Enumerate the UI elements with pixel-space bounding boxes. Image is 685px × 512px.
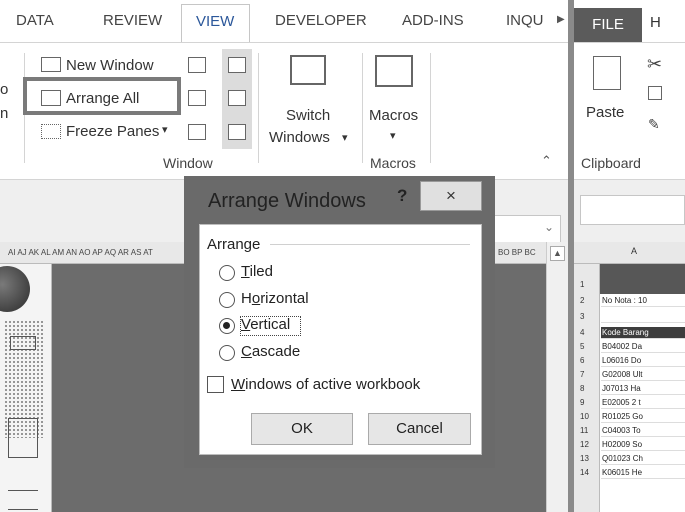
- help-icon[interactable]: ?: [397, 186, 407, 206]
- hide-icon[interactable]: [188, 90, 206, 106]
- table-cell[interactable]: H02009 So: [601, 439, 685, 451]
- table-cell[interactable]: No Nota : 10: [601, 295, 685, 307]
- table-cell[interactable]: [601, 311, 685, 323]
- split-icon[interactable]: [188, 57, 206, 73]
- group-divider: [270, 244, 470, 245]
- table-cell[interactable]: C04003 To: [601, 425, 685, 437]
- ribbon-separator: [362, 53, 363, 163]
- row-number[interactable]: 3: [574, 312, 600, 321]
- partial-button-label: o: [0, 81, 9, 98]
- freeze-panes-caret-icon: ▾: [162, 124, 168, 136]
- tab-developer[interactable]: DEVELOPER: [275, 12, 367, 29]
- radio-tiled-circle[interactable]: [219, 265, 235, 281]
- switch-windows-label-1: Switch: [286, 107, 331, 124]
- switch-windows-label-2: Windows: [269, 129, 330, 146]
- paste-icon[interactable]: [593, 56, 621, 90]
- windows-of-active-workbook-checkbox[interactable]: [207, 376, 224, 393]
- table-cell[interactable]: R01025 Go: [601, 411, 685, 423]
- row-number[interactable]: 4: [574, 328, 600, 337]
- format-painter-icon[interactable]: ✎: [648, 116, 660, 133]
- switch-windows-caret-icon: ▾: [342, 132, 348, 144]
- table-cell[interactable]: K06015 He: [601, 467, 685, 479]
- freeze-panes-label: Freeze Panes: [66, 123, 160, 140]
- row-number[interactable]: 1: [574, 280, 600, 289]
- column-a-header[interactable]: A: [631, 246, 637, 256]
- group-label-macros: Macros: [370, 155, 416, 171]
- row-number[interactable]: 8: [574, 384, 600, 393]
- tab-view-label: VIEW: [196, 13, 235, 30]
- expand-formula-bar-icon[interactable]: ⌄: [544, 220, 554, 234]
- cut-icon[interactable]: ✂: [647, 54, 662, 75]
- partial-button-label-2: n: [0, 105, 9, 122]
- macros-label: Macros: [369, 107, 419, 124]
- shape-grid: [8, 418, 38, 458]
- header-band: [600, 264, 685, 294]
- radio-cascade-label[interactable]: Cascade: [241, 343, 300, 360]
- column-headers-right: BO BP BC: [490, 242, 546, 264]
- paste-label[interactable]: Paste: [586, 104, 624, 121]
- ribbon-tab-bar: DATA REVIEW VIEW DEVELOPER ADD-INS INQU …: [0, 0, 568, 43]
- ribbon-separator: [258, 53, 259, 163]
- new-window-icon: [41, 57, 61, 72]
- table-cell[interactable]: J07013 Ha: [601, 383, 685, 395]
- freeze-panes-icon: [41, 124, 61, 139]
- table-cell[interactable]: Q01023 Ch: [601, 453, 685, 465]
- windows-of-active-workbook-label[interactable]: Windows of active workbook: [231, 376, 420, 393]
- tab-add-ins[interactable]: ADD-INS: [402, 12, 464, 29]
- new-window-label: New Window: [66, 57, 154, 74]
- synchronous-scrolling-icon[interactable]: [228, 90, 246, 106]
- radio-horizontal-label[interactable]: Horizontal: [241, 290, 309, 307]
- table-cell[interactable]: G02008 Ult: [601, 369, 685, 381]
- radio-horizontal-circle[interactable]: [219, 292, 235, 308]
- radio-tiled-label[interactable]: Tiled: [241, 263, 273, 280]
- group-label-window: Window: [163, 155, 213, 171]
- row-number[interactable]: 9: [574, 398, 600, 407]
- right-column-headers: [574, 242, 685, 264]
- tab-scroll-right-icon[interactable]: ▶: [557, 14, 565, 25]
- view-side-by-side-icon[interactable]: [228, 57, 246, 73]
- cancel-button[interactable]: Cancel: [368, 413, 471, 445]
- file-tab[interactable]: FILE: [574, 8, 642, 42]
- table-cell[interactable]: B04002 Da: [601, 341, 685, 353]
- close-button[interactable]: ×: [420, 181, 482, 211]
- arrange-group-label: Arrange: [207, 236, 265, 253]
- row-number[interactable]: 12: [574, 440, 600, 449]
- radio-cascade-circle[interactable]: [219, 345, 235, 361]
- row-number[interactable]: 11: [574, 426, 600, 435]
- macros-caret-icon: ▾: [390, 130, 396, 142]
- dialog-title: Arrange Windows: [208, 190, 366, 212]
- tab-review[interactable]: REVIEW: [103, 12, 162, 29]
- scroll-up-icon[interactable]: ▲: [550, 246, 565, 261]
- tab-view[interactable]: VIEW: [181, 4, 250, 43]
- ok-button[interactable]: OK: [251, 413, 353, 445]
- tab-inquire[interactable]: INQU: [506, 12, 544, 29]
- row-number[interactable]: 5: [574, 342, 600, 351]
- table-cell[interactable]: E02005 2 t: [601, 397, 685, 409]
- shape-lines: [8, 490, 38, 510]
- radio-vertical-circle[interactable]: [219, 318, 235, 334]
- reset-window-position-icon[interactable]: [228, 124, 246, 140]
- macros-icon: [375, 55, 413, 87]
- row-number[interactable]: 14: [574, 468, 600, 477]
- table-cell[interactable]: L06016 Do: [601, 355, 685, 367]
- row-number[interactable]: 13: [574, 454, 600, 463]
- arrange-all-highlight: [23, 77, 181, 115]
- unhide-icon[interactable]: [188, 124, 206, 140]
- right-name-box[interactable]: [580, 195, 685, 225]
- clipboard-group-label: Clipboard: [581, 155, 641, 171]
- shape-box: [10, 336, 36, 350]
- ribbon-separator: [430, 53, 431, 163]
- table-cell[interactable]: Kode Barang: [601, 327, 685, 339]
- copy-icon[interactable]: [648, 86, 662, 100]
- row-number[interactable]: 7: [574, 370, 600, 379]
- focus-indicator: [240, 316, 301, 336]
- row-number[interactable]: 10: [574, 412, 600, 421]
- row-number[interactable]: 6: [574, 356, 600, 365]
- collapse-ribbon-icon[interactable]: ⌃: [541, 153, 552, 169]
- row-number[interactable]: 2: [574, 296, 600, 305]
- tab-data[interactable]: DATA: [16, 12, 54, 29]
- tab-home-partial[interactable]: H: [650, 14, 661, 31]
- vertical-scrollbar[interactable]: ▲: [546, 242, 568, 512]
- switch-windows-icon: [290, 55, 326, 85]
